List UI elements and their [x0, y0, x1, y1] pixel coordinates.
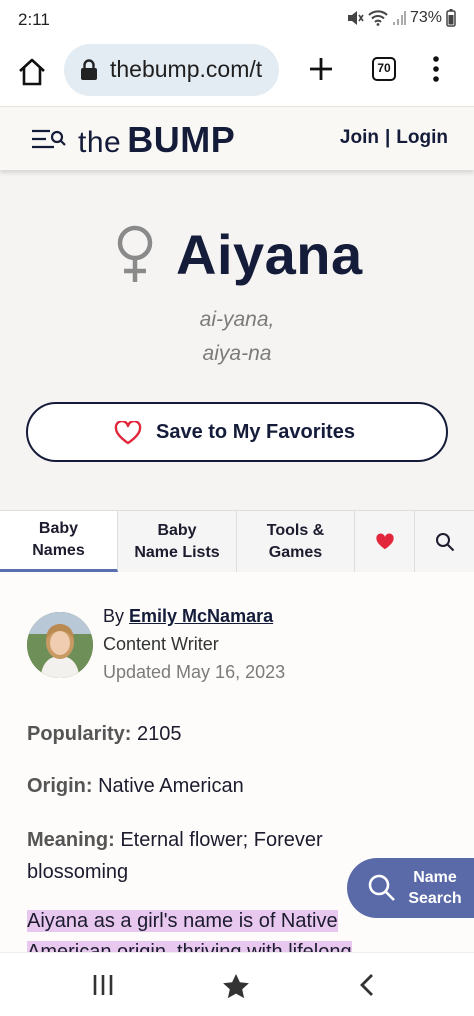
author-photo: [27, 612, 93, 678]
auth-separator: |: [384, 127, 391, 148]
popularity-row: Popularity: 2105: [27, 718, 357, 750]
system-nav-bar: [0, 952, 474, 1016]
search-icon: [435, 532, 454, 551]
login-link[interactable]: Login: [396, 127, 448, 149]
save-favorite-button[interactable]: Save to My Favorites: [26, 402, 448, 462]
overflow-menu-icon[interactable]: [426, 54, 446, 84]
tab-tools-line1: Tools &: [266, 521, 325, 539]
tab-tools-line2: Games: [268, 543, 323, 561]
signal-icon: [392, 11, 406, 25]
origin-label: Origin:: [27, 775, 93, 797]
heart-outline-icon: [114, 421, 142, 445]
tab-favorites[interactable]: [355, 511, 415, 572]
logo-bump: BUMP: [127, 119, 236, 160]
tab-baby-names-line1: Baby: [38, 520, 79, 537]
highlighted-description: Aiyana as a girl's name is of Native Ame…: [27, 910, 352, 952]
pronunciation-2: aiya-na: [202, 342, 272, 365]
updated-date: Updated May 16, 2023: [103, 662, 286, 682]
home-icon[interactable]: [16, 56, 48, 88]
lock-icon: [81, 59, 97, 80]
status-icons: 73%: [346, 9, 456, 27]
menu-search-icon[interactable]: [30, 127, 66, 151]
back-icon[interactable]: [358, 973, 376, 997]
name-search-line2: Search: [408, 890, 462, 907]
baby-name-title: Aiyana: [176, 223, 363, 286]
by-label: By: [103, 606, 125, 626]
popularity-value: 2105: [137, 723, 182, 745]
save-favorite-label: Save to My Favorites: [156, 421, 355, 443]
name-hero: Aiyana ai-yana, aiya-na Save to My Favor…: [0, 170, 474, 510]
author-name-link[interactable]: Emily McNamara: [129, 606, 273, 626]
tab-tools-games[interactable]: Tools & Games: [237, 511, 355, 572]
pronunciation-1: ai-yana,: [199, 308, 275, 331]
site-header: the BUMP Join | Login: [0, 106, 474, 170]
url-text: thebump.com/t: [110, 56, 263, 82]
tabs-button[interactable]: 70: [372, 57, 396, 81]
battery-text: 73%: [409, 9, 442, 26]
auth-links: Join | Login: [340, 127, 448, 149]
status-time: 2:11: [18, 10, 50, 29]
author-byline: By Emily McNamara: [103, 606, 273, 627]
origin-row: Origin: Native American: [27, 770, 357, 802]
battery-icon: [446, 9, 456, 27]
meaning-row: Meaning: Eternal flower; Forever blossom…: [27, 824, 357, 888]
tab-name-lists-line1: Baby: [157, 521, 197, 539]
status-bar: 2:11 73%: [0, 0, 474, 42]
name-search-button[interactable]: Name Search: [347, 858, 474, 918]
tab-baby-names[interactable]: Baby Names: [0, 511, 118, 572]
female-icon: [117, 225, 153, 282]
tab-baby-names-line2: Names: [32, 542, 85, 559]
author-avatar[interactable]: [27, 612, 93, 678]
author-role: Content Writer: [103, 634, 219, 654]
name-search-line1: Name: [413, 869, 457, 886]
origin-value: Native American: [98, 775, 244, 797]
tab-search[interactable]: [415, 511, 474, 572]
logo-the: the: [78, 126, 122, 159]
join-link[interactable]: Join: [340, 127, 379, 149]
meaning-label: Meaning:: [27, 829, 115, 851]
name-description: Aiyana as a girl's name is of Native Ame…: [27, 906, 387, 952]
search-icon: [368, 874, 395, 901]
site-logo[interactable]: the BUMP: [78, 119, 235, 161]
star-icon[interactable]: [222, 973, 250, 999]
tab-name-lists-line2: Name Lists: [134, 543, 220, 561]
browser-toolbar: thebump.com/t 70: [0, 42, 474, 106]
plus-icon[interactable]: [306, 54, 336, 84]
mute-icon: [347, 11, 364, 25]
section-tabs: Baby Names Baby Name Lists Tools & Games: [0, 510, 474, 572]
tab-baby-name-lists[interactable]: Baby Name Lists: [118, 511, 237, 572]
popularity-label: Popularity:: [27, 723, 132, 745]
name-search-label: Name Search: [407, 867, 463, 909]
recent-apps-icon[interactable]: [92, 973, 114, 997]
url-bar[interactable]: thebump.com/t: [64, 44, 279, 96]
heart-filled-icon: [375, 533, 394, 549]
wifi-icon: [368, 10, 388, 26]
